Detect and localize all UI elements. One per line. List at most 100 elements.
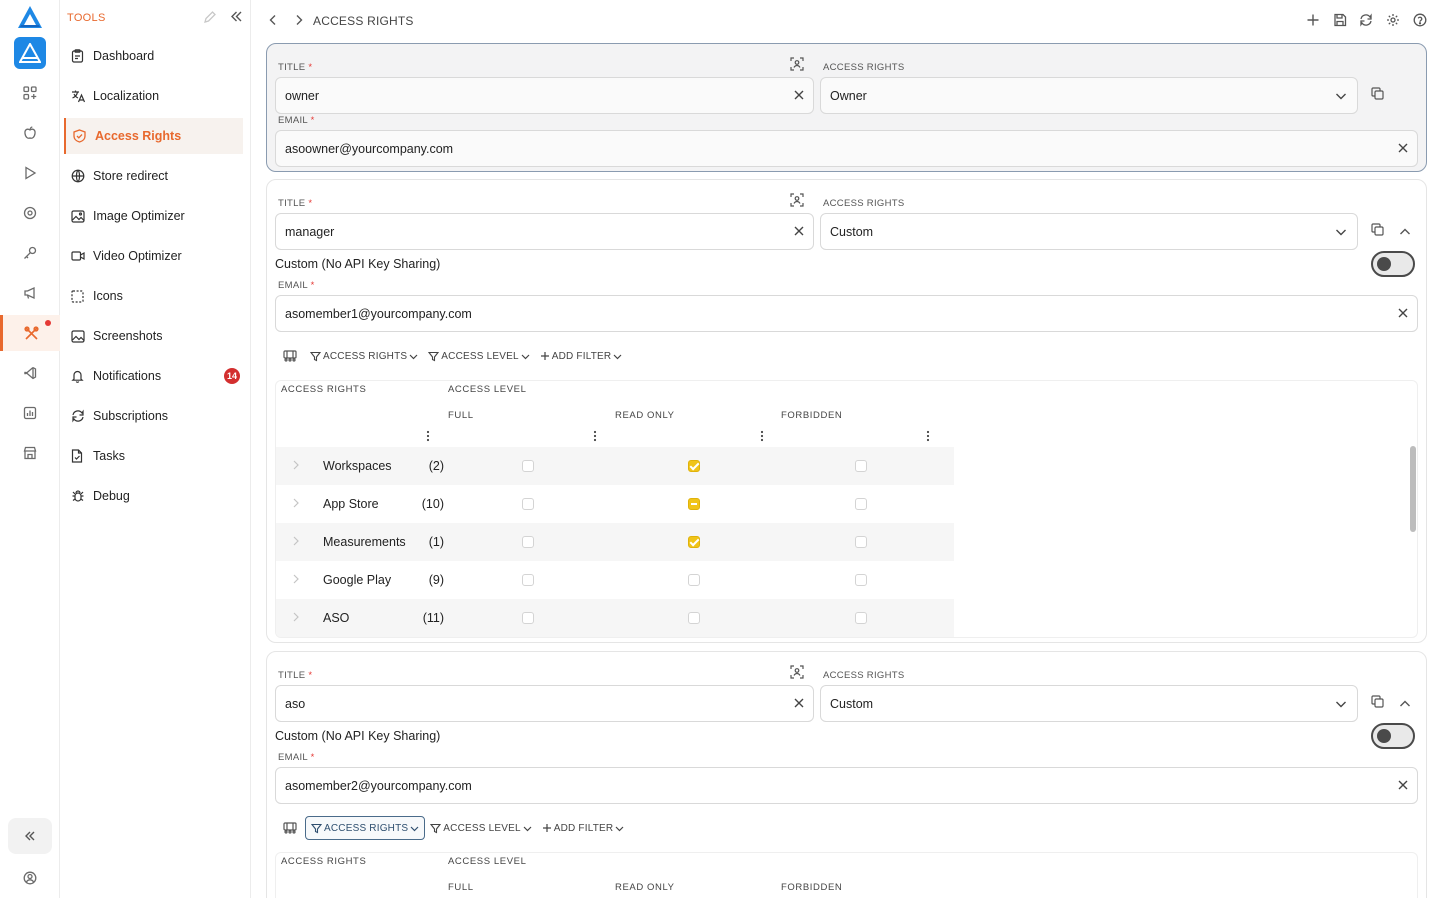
title-input[interactable]: owner <box>275 77 814 114</box>
read-only-checkbox[interactable] <box>688 536 700 548</box>
rail-target-icon[interactable] <box>0 195 60 231</box>
expand-chevron-icon[interactable] <box>292 574 300 584</box>
help-icon[interactable] <box>1413 13 1427 27</box>
column-menu-icon[interactable] <box>426 430 430 442</box>
member-card-aso[interactable]: TITLE * ACCESS RIGHTS aso Custom Custom … <box>266 651 1427 898</box>
rail-apple-icon[interactable] <box>0 115 60 151</box>
read-only-checkbox[interactable] <box>688 612 700 624</box>
sidebar-item-tasks[interactable]: Tasks <box>64 438 243 474</box>
email-input[interactable]: asomember2@yourcompany.com <box>275 767 1418 804</box>
column-menu-icon[interactable] <box>926 430 930 442</box>
title-input[interactable]: manager <box>275 213 814 250</box>
sidebar-item-localization[interactable]: Localization <box>64 78 243 114</box>
collapse-chevron-up-icon[interactable] <box>1399 698 1411 710</box>
member-card-manager[interactable]: TITLE * ACCESS RIGHTS manager Custom Cus… <box>266 179 1427 643</box>
access-rights-select[interactable]: Custom <box>820 685 1358 722</box>
settings-gear-icon[interactable] <box>1386 13 1400 27</box>
sidebar-item-video-optimizer[interactable]: Video Optimizer <box>64 238 243 274</box>
email-input[interactable]: asomember1@yourcompany.com <box>275 295 1418 332</box>
expand-chevron-icon[interactable] <box>292 498 300 508</box>
table-scrollbar[interactable] <box>1410 446 1416 532</box>
scan-icon[interactable] <box>790 193 804 207</box>
rail-megaphone-icon[interactable] <box>0 275 60 311</box>
collapse-chevron-up-icon[interactable] <box>1399 226 1411 238</box>
access-rights-select[interactable]: Owner <box>820 77 1358 114</box>
rail-chart-icon[interactable] <box>0 395 60 431</box>
filter-access-rights-chip[interactable]: ACCESS RIGHTS <box>305 344 423 368</box>
back-chevron-icon[interactable] <box>266 13 280 27</box>
clear-icon[interactable] <box>1397 779 1409 791</box>
forbidden-checkbox[interactable] <box>855 460 867 472</box>
table-row[interactable]: Google Play (9) <box>276 561 954 599</box>
sidebar-item-store-redirect[interactable]: Store redirect <box>64 158 243 194</box>
custom-no-api-sharing-toggle[interactable] <box>1371 251 1415 277</box>
rail-play-icon[interactable] <box>0 155 60 191</box>
title-input[interactable]: aso <box>275 685 814 722</box>
app-switcher-icon[interactable] <box>14 37 46 69</box>
sidebar-item-icons[interactable]: Icons <box>64 278 243 314</box>
brand-logo-icon[interactable] <box>17 5 43 29</box>
expand-chevron-icon[interactable] <box>292 612 300 622</box>
edit-pencil-icon[interactable] <box>203 11 216 24</box>
forward-chevron-icon[interactable] <box>292 13 306 27</box>
column-menu-icon[interactable] <box>760 430 764 442</box>
rail-key-icon[interactable] <box>0 235 60 271</box>
forbidden-checkbox[interactable] <box>855 536 867 548</box>
column-menu-icon[interactable] <box>593 430 597 442</box>
rail-store-icon[interactable] <box>0 435 60 471</box>
column-settings-icon[interactable] <box>275 822 305 834</box>
table-row[interactable]: ASO (11) <box>276 599 954 637</box>
sidebar-item-subscriptions[interactable]: Subscriptions <box>64 398 243 434</box>
custom-no-api-sharing-toggle[interactable] <box>1371 723 1415 749</box>
full-checkbox[interactable] <box>522 612 534 624</box>
sidebar-item-screenshots[interactable]: Screenshots <box>64 318 243 354</box>
save-icon[interactable] <box>1333 13 1347 27</box>
read-only-checkbox[interactable] <box>688 498 700 510</box>
rail-collapse-button[interactable] <box>8 818 52 854</box>
filter-access-level-chip[interactable]: ACCESS LEVEL <box>423 344 534 368</box>
full-checkbox[interactable] <box>522 574 534 586</box>
table-row[interactable]: Measurements (1) <box>276 523 954 561</box>
sidebar-item-notifications[interactable]: Notifications 14 <box>64 358 243 394</box>
filter-access-level-chip[interactable]: ACCESS LEVEL <box>425 816 536 840</box>
copy-icon[interactable] <box>1371 695 1384 708</box>
expand-chevron-icon[interactable] <box>292 536 300 546</box>
forbidden-checkbox[interactable] <box>855 574 867 586</box>
scan-icon[interactable] <box>790 665 804 679</box>
add-icon[interactable] <box>1306 13 1320 27</box>
clear-icon[interactable] <box>793 225 805 237</box>
full-checkbox[interactable] <box>522 460 534 472</box>
clear-icon[interactable] <box>1397 142 1409 154</box>
sidebar-item-access-rights[interactable]: Access Rights <box>64 118 243 154</box>
access-rights-select[interactable]: Custom <box>820 213 1358 250</box>
copy-icon[interactable] <box>1371 223 1384 236</box>
scan-icon[interactable] <box>790 57 804 71</box>
rail-apps-icon[interactable] <box>0 75 60 111</box>
expand-chevron-icon[interactable] <box>292 460 300 470</box>
filter-access-rights-chip[interactable]: ACCESS RIGHTS <box>305 816 426 840</box>
clear-icon[interactable] <box>793 697 805 709</box>
email-input[interactable]: asoowner@yourcompany.com <box>275 130 1418 167</box>
column-settings-icon[interactable] <box>275 350 305 362</box>
add-filter-button[interactable]: ADD FILTER <box>535 344 628 368</box>
full-checkbox[interactable] <box>522 498 534 510</box>
sidebar-collapse-icon[interactable] <box>230 10 243 23</box>
clear-icon[interactable] <box>793 89 805 101</box>
table-row[interactable]: Workspaces (2) <box>276 447 954 485</box>
read-only-checkbox[interactable] <box>688 460 700 472</box>
forbidden-checkbox[interactable] <box>855 612 867 624</box>
member-card-owner[interactable]: TITLE * ACCESS RIGHTS owner Owner EMAIL … <box>266 43 1427 172</box>
full-checkbox[interactable] <box>522 536 534 548</box>
clear-icon[interactable] <box>1397 307 1409 319</box>
forbidden-checkbox[interactable] <box>855 498 867 510</box>
sidebar-item-image-optimizer[interactable]: Image Optimizer <box>64 198 243 234</box>
read-only-checkbox[interactable] <box>688 574 700 586</box>
rail-vscode-icon[interactable] <box>0 355 60 391</box>
sidebar-item-dashboard[interactable]: Dashboard <box>64 38 243 74</box>
table-row[interactable]: App Store (10) <box>276 485 954 523</box>
refresh-icon[interactable] <box>1359 13 1373 27</box>
user-account-icon[interactable] <box>0 860 60 896</box>
copy-icon[interactable] <box>1371 87 1384 100</box>
sidebar-item-debug[interactable]: Debug <box>64 478 243 514</box>
add-filter-button[interactable]: ADD FILTER <box>537 816 630 840</box>
